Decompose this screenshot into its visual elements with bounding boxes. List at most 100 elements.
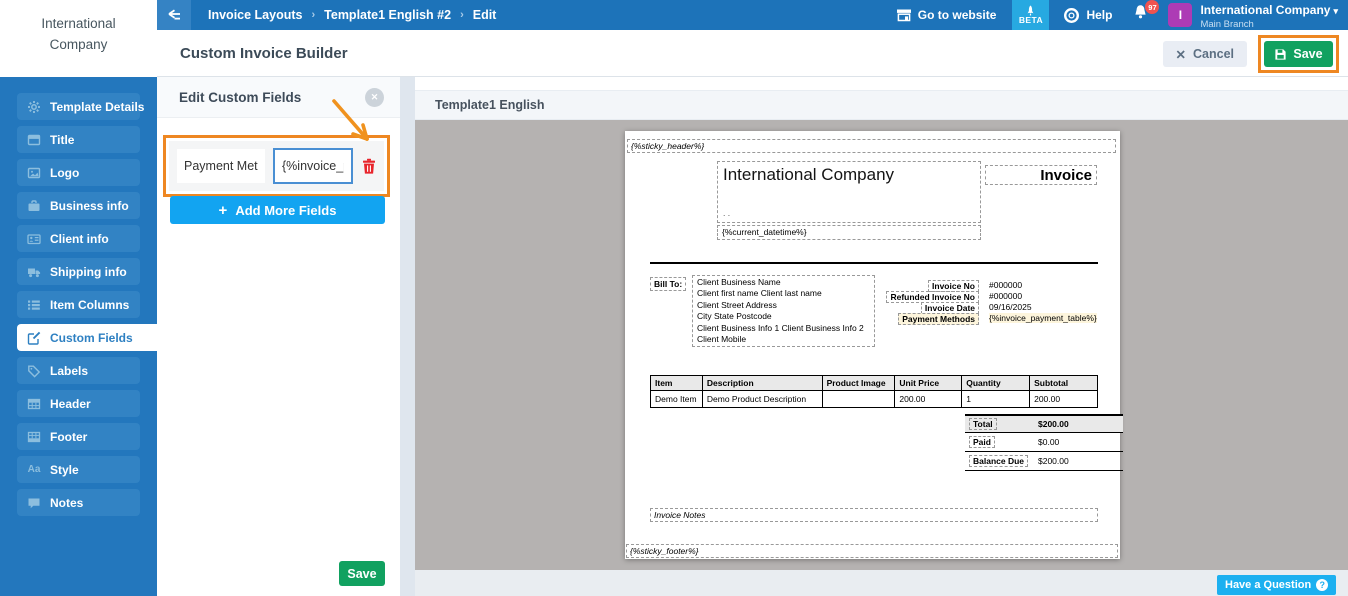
meta-value-refunded-invoice-no: #000000 <box>989 291 1022 301</box>
edit-pencil-icon <box>27 331 41 345</box>
total-row: Total $200.00 <box>965 414 1123 433</box>
sidebar-item-footer[interactable]: Footer <box>17 423 140 450</box>
meta-label-payment-methods[interactable]: Payment Methods <box>898 313 979 325</box>
save-annotation-highlight: Save <box>1258 35 1339 73</box>
field-code-input[interactable] <box>273 148 353 184</box>
add-more-fields-label: Add More Fields <box>235 203 336 218</box>
sidebar-item-custom-fields[interactable]: Custom Fields <box>17 324 157 351</box>
beta-badge[interactable]: BETA <box>1012 0 1049 30</box>
table-footer-icon <box>27 430 41 444</box>
breadcrumb-separator: › <box>460 9 464 21</box>
sidebar-item-business-info[interactable]: Business info <box>17 192 140 219</box>
sidebar-item-logo[interactable]: Logo <box>17 159 140 186</box>
sticky-footer-region[interactable]: {%sticky_footer%} <box>626 544 1118 558</box>
window-icon <box>27 133 41 147</box>
account-name: International Company▾ <box>1200 3 1338 17</box>
close-icon: ✕ <box>1176 47 1186 62</box>
field-label-input[interactable] <box>177 149 265 183</box>
sidebar-item-template-details[interactable]: Template Details <box>17 93 140 120</box>
cell-quantity: 1 <box>962 391 1030 408</box>
cell-unit-price: 200.00 <box>895 391 962 408</box>
total-label[interactable]: Total <box>969 418 997 430</box>
cell-description: Demo Product Description <box>702 391 822 408</box>
paid-value: $0.00 <box>1038 437 1059 447</box>
help-link[interactable]: Help <box>1063 7 1112 24</box>
datetime-region[interactable]: {%current_datetime%} <box>717 225 981 240</box>
plus-icon: + <box>219 202 228 219</box>
paid-row: Paid $0.00 <box>965 433 1123 452</box>
save-button[interactable]: Save <box>1264 41 1332 67</box>
gear-icon <box>27 100 41 114</box>
panel-header: Edit Custom Fields ✕ <box>157 77 400 118</box>
company-logo-line1: International <box>0 13 157 34</box>
custom-invoice-builder-app: International Company Invoice Layouts › … <box>0 0 1348 596</box>
invoice-title-region[interactable]: Invoice <box>985 165 1097 185</box>
preview-canvas: {%sticky_header%} International Company … <box>415 120 1348 570</box>
sidebar-item-title[interactable]: Title <box>17 126 140 153</box>
add-more-fields-button[interactable]: + Add More Fields <box>170 196 385 224</box>
meta-value-invoice-no: #000000 <box>989 280 1022 290</box>
preview-bottom-strip <box>415 570 1348 596</box>
tag-icon <box>27 364 41 378</box>
sidebar-item-item-columns[interactable]: Item Columns <box>17 291 140 318</box>
client-line: Client Mobile <box>697 334 870 345</box>
meta-value-invoice-date: 09/16/2025 <box>989 302 1032 312</box>
sidebar-item-style[interactable]: Aa Style <box>17 456 140 483</box>
column-header-unit-price[interactable]: Unit Price <box>895 376 962 391</box>
column-header-item[interactable]: Item <box>651 376 703 391</box>
sidebar-item-client-info[interactable]: Client info <box>17 225 140 252</box>
sidebar-item-shipping-info[interactable]: Shipping info <box>17 258 140 285</box>
sticky-footer-placeholder: {%sticky_footer%} <box>630 546 699 556</box>
delete-field-button[interactable] <box>362 158 376 175</box>
sidebar-item-header[interactable]: Header <box>17 390 140 417</box>
storefront-icon <box>896 8 912 22</box>
items-table-header-row: Item Description Product Image Unit Pric… <box>651 376 1098 391</box>
invoice-totals: Total $200.00 Paid $0.00 Balance Due $20… <box>965 414 1123 471</box>
sidebar-item-labels[interactable]: Labels <box>17 357 140 384</box>
invoice-notes-region[interactable]: Invoice Notes <box>650 508 1098 522</box>
edit-custom-fields-panel: Edit Custom Fields ✕ + Add More Fields S… <box>157 77 400 596</box>
bill-to-label[interactable]: Bill To: <box>650 277 686 291</box>
breadcrumb-item-edit: Edit <box>473 8 497 22</box>
chevron-down-icon: ▾ <box>1333 6 1338 16</box>
custom-field-row <box>169 141 384 191</box>
account-avatar: I <box>1168 3 1192 27</box>
column-header-product-image[interactable]: Product Image <box>822 376 895 391</box>
column-header-description[interactable]: Description <box>702 376 822 391</box>
have-a-question-label: Have a Question <box>1225 579 1311 591</box>
company-logo: International Company <box>0 0 157 77</box>
sticky-header-region[interactable]: {%sticky_header%} <box>627 139 1116 153</box>
invoice-notes-label: Invoice Notes <box>654 510 706 520</box>
back-button[interactable] <box>157 0 191 30</box>
business-info-region[interactable]: International Company . . <box>717 161 981 223</box>
invoice-divider <box>650 262 1098 264</box>
breadcrumb-item-invoice-layouts[interactable]: Invoice Layouts <box>208 8 302 22</box>
total-value: $200.00 <box>1038 419 1069 429</box>
page-header: Custom Invoice Builder ✕ Cancel Save <box>157 30 1348 77</box>
have-a-question-button[interactable]: Have a Question ? <box>1217 575 1336 595</box>
column-header-quantity[interactable]: Quantity <box>962 376 1030 391</box>
notifications-button[interactable]: 97 <box>1132 4 1152 26</box>
invoice-company-name: International Company <box>723 165 975 185</box>
items-table-row: Demo Item Demo Product Description 200.0… <box>651 391 1098 408</box>
panel-gutter <box>400 77 415 596</box>
balance-due-label[interactable]: Balance Due <box>969 455 1028 467</box>
page-title: Custom Invoice Builder <box>180 30 348 77</box>
truck-icon <box>27 265 41 279</box>
go-to-website-link[interactable]: Go to website <box>896 8 997 22</box>
cancel-button[interactable]: ✕ Cancel <box>1163 41 1247 67</box>
account-branch: Main Branch <box>1200 19 1338 30</box>
sidebar-item-notes[interactable]: Notes <box>17 489 140 516</box>
account-menu[interactable]: I International Company▾ Main Branch <box>1168 1 1338 30</box>
company-logo-line2: Company <box>0 34 157 55</box>
paid-label[interactable]: Paid <box>969 436 995 448</box>
field-annotation-highlight <box>163 135 390 197</box>
column-header-subtotal[interactable]: Subtotal <box>1030 376 1098 391</box>
table-header-icon <box>27 397 41 411</box>
breadcrumb-item-template[interactable]: Template1 English #2 <box>324 8 451 22</box>
panel-save-button[interactable]: Save <box>339 561 385 586</box>
question-icon: ? <box>1316 579 1328 591</box>
save-label: Save <box>1293 47 1322 61</box>
template-name-bar: Template1 English <box>415 90 1348 120</box>
panel-close-button[interactable]: ✕ <box>365 88 384 107</box>
